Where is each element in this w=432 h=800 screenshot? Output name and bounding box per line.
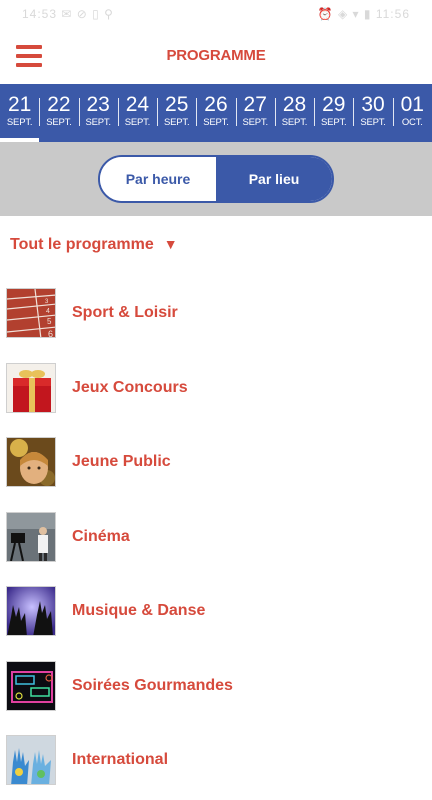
date-day: 24 xyxy=(125,93,150,116)
date-day: 29 xyxy=(322,93,346,116)
date-day: 28 xyxy=(282,93,307,116)
concert-hands-thumbnail xyxy=(6,586,56,636)
date-month: SEPT. xyxy=(242,117,269,128)
list-item[interactable]: International xyxy=(0,723,432,798)
app-bar: PROGRAMME xyxy=(0,28,432,84)
running-track-thumbnail: 3 4 5 6 xyxy=(6,288,56,338)
date-month: SEPT. xyxy=(85,117,111,128)
svg-text:5: 5 xyxy=(47,317,52,326)
date-day: 22 xyxy=(47,93,71,116)
film-set-thumbnail xyxy=(6,511,56,562)
category-label: International xyxy=(72,751,169,768)
date-day: 25 xyxy=(165,93,189,116)
list-item[interactable]: Musique & Danse xyxy=(0,574,432,649)
gift-box-thumbnail xyxy=(6,362,56,413)
status-right-icons: ⏰ ◈ ▾ ▮ 11:56 xyxy=(317,7,410,21)
category-label: Cinéma xyxy=(72,527,130,545)
category-list: 3 4 5 6 Sport & Loisir Jeux Concours Jeu… xyxy=(0,276,432,798)
date-day: 01 xyxy=(400,93,424,116)
date-tab[interactable]: 01 OCT. xyxy=(392,84,432,142)
date-month: SEPT. xyxy=(124,117,151,128)
svg-text:4: 4 xyxy=(46,308,50,315)
date-month: SEPT. xyxy=(281,117,308,128)
category-label: Sport & Loisir xyxy=(72,304,178,321)
filter-label: Tout le programme xyxy=(10,236,154,253)
category-label: Jeux Concours xyxy=(72,378,188,396)
date-tab[interactable]: 23 SEPT. xyxy=(78,84,118,142)
date-month: SEPT. xyxy=(360,117,386,128)
date-day: 26 xyxy=(204,93,228,116)
date-month: SEPT. xyxy=(163,117,190,128)
date-tab[interactable]: 21 SEPT. xyxy=(0,84,40,142)
program-filter-dropdown[interactable]: Tout le programme ▼ xyxy=(10,236,178,254)
date-month: OCT. xyxy=(401,117,423,128)
date-day: 21 xyxy=(7,93,32,116)
list-item[interactable]: 3 4 5 6 Sport & Loisir xyxy=(0,276,432,351)
view-toggle-area: Par heure Par lieu xyxy=(0,142,432,216)
list-item[interactable]: Cinéma xyxy=(0,500,432,575)
date-month: SEPT. xyxy=(321,117,347,128)
status-bar: 14:53 ✉ ⊘ ▯ ⚲ ⏰ ◈ ▾ ▮ 11:56 xyxy=(0,0,432,28)
date-tab[interactable]: 24 SEPT. xyxy=(117,84,157,142)
date-tab[interactable]: 27 SEPT. xyxy=(235,84,275,142)
status-left-icons: 14:53 ✉ ⊘ ▯ ⚲ xyxy=(22,7,114,21)
page-title: PROGRAMME xyxy=(166,47,266,64)
date-tab[interactable]: 26 SEPT. xyxy=(196,84,235,142)
date-day: 27 xyxy=(243,93,267,116)
list-item[interactable]: Jeux Concours xyxy=(0,351,432,426)
date-tab[interactable]: 28 SEPT. xyxy=(274,84,314,142)
date-selector: 21 SEPT. 22 SEPT. 23 SEPT. 24 SEPT. 25 SEPT. … xyxy=(0,84,432,142)
date-month: SEPT. xyxy=(6,117,33,128)
category-label: Jeune Public xyxy=(72,453,171,470)
date-tab[interactable]: 29 SEPT. xyxy=(314,84,353,142)
category-label: Musique & Danse xyxy=(72,602,206,619)
toggle-par-lieu[interactable]: Par lieu xyxy=(216,157,332,201)
svg-text:6: 6 xyxy=(48,329,53,338)
date-month: SEPT. xyxy=(203,117,229,128)
list-item[interactable]: Jeune Public xyxy=(0,425,432,500)
child-thumbnail xyxy=(6,437,56,487)
date-tab[interactable]: 22 SEPT. xyxy=(39,84,78,142)
date-tab[interactable]: 30 SEPT. xyxy=(353,84,392,142)
view-toggle: Par heure Par lieu xyxy=(98,155,334,203)
date-day: 30 xyxy=(361,93,385,116)
date-tab[interactable]: 25 SEPT. xyxy=(157,84,196,142)
painted-hands-thumbnail xyxy=(6,735,56,785)
date-day: 23 xyxy=(86,93,110,116)
date-month: SEPT. xyxy=(46,117,72,128)
list-item[interactable]: Soirées Gourmandes xyxy=(0,649,432,724)
toggle-par-heure[interactable]: Par heure xyxy=(100,157,216,201)
neon-sign-thumbnail xyxy=(6,660,56,711)
dropdown-arrow-icon: ▼ xyxy=(163,236,178,252)
category-label: Soirées Gourmandes xyxy=(72,676,233,694)
